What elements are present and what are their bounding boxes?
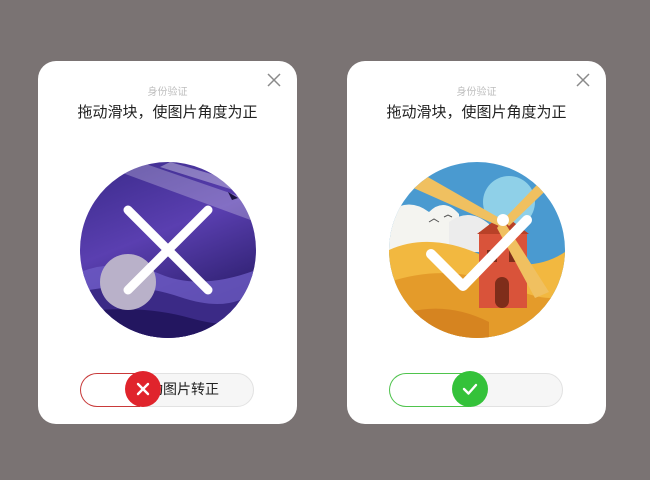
dialog-subtitle: 身份验证 [147,87,188,98]
close-icon[interactable] [574,71,592,89]
slider-handle[interactable] [125,371,161,407]
rotate-puzzle-image [389,162,565,338]
dialog-subtitle: 身份验证 [456,87,497,98]
rotate-puzzle-image [80,162,256,338]
slider-label: 滑动图片转正 [135,382,219,398]
close-icon[interactable] [265,71,283,89]
stage: 身份验证 拖动滑块，使图片角度为正 滑动图片转正 身份验证 拖动滑块，使图片角度… [0,0,650,480]
captcha-dialog-success: 身份验证 拖动滑块，使图片角度为正 [347,61,606,424]
rotate-slider[interactable] [389,371,563,407]
dialog-title: 拖动滑块，使图片角度为正 [386,103,567,121]
dialog-title: 拖动滑块，使图片角度为正 [77,103,258,121]
check-icon [462,383,478,395]
captcha-dialog-fail: 身份验证 拖动滑块，使图片角度为正 滑动图片转正 [38,61,297,424]
slider-handle[interactable] [452,371,488,407]
rotate-slider[interactable]: 滑动图片转正 [80,371,254,407]
cross-icon [136,382,150,396]
